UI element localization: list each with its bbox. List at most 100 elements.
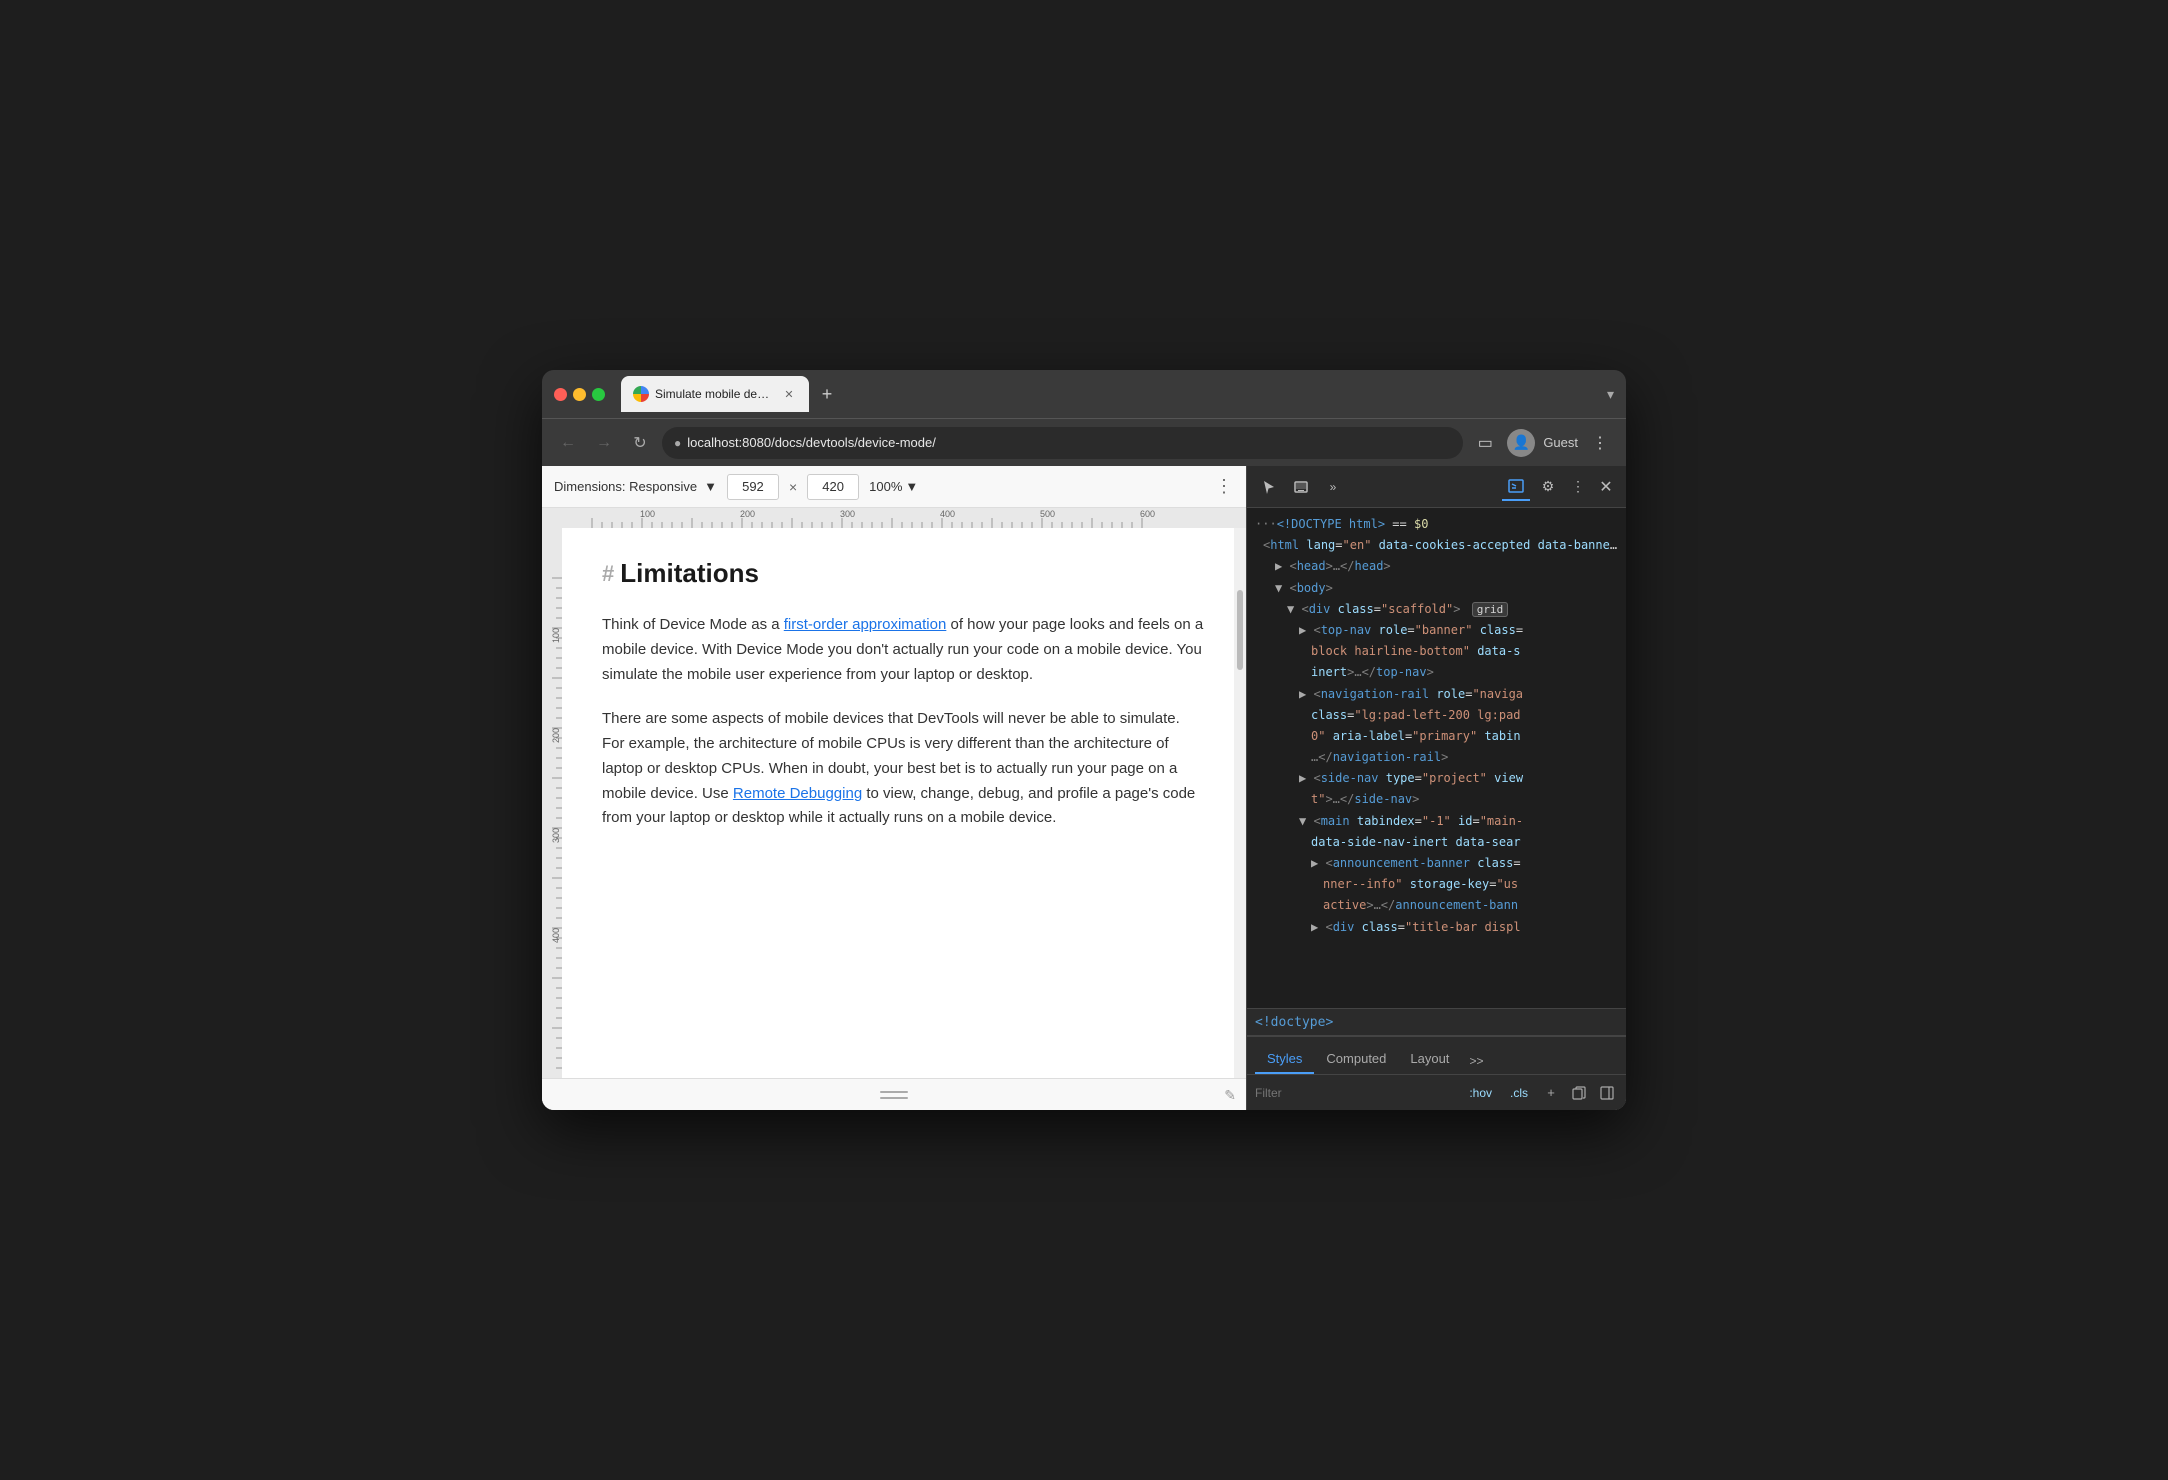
close-traffic-light[interactable]	[554, 388, 567, 401]
device-toolbar: Dimensions: Responsive ▼ × 100% ▼ ⋮	[542, 466, 1246, 508]
height-input[interactable]	[807, 474, 859, 500]
para1-text-before: Think of Device Mode as a	[602, 616, 784, 633]
remote-debugging-link[interactable]: Remote Debugging	[733, 785, 862, 802]
svg-text:400: 400	[940, 509, 955, 519]
lock-icon: ●	[674, 436, 681, 450]
code-line-nav-rail-2[interactable]: class="lg:pad-left-200 lg:pad	[1247, 705, 1626, 726]
url-bar[interactable]: ● localhost:8080/docs/devtools/device-mo…	[662, 427, 1463, 459]
vertical-scrollbar[interactable]	[1234, 528, 1246, 1078]
devtools-more-icon[interactable]: ⋮	[1566, 475, 1590, 499]
tabs-more-icon[interactable]: >>	[1461, 1048, 1491, 1074]
top-ruler: 100 200 300 400 500 600	[542, 508, 1246, 528]
browser-window: Simulate mobile devices with D ✕ + ▾ ← →…	[542, 370, 1626, 1110]
minimize-traffic-light[interactable]	[573, 388, 586, 401]
left-ruler-svg: 100 200 300 400	[542, 528, 562, 1078]
back-button[interactable]: ←	[554, 429, 582, 457]
chevron-down-icon[interactable]: ▾	[1607, 386, 1614, 403]
styles-tab[interactable]: Styles	[1255, 1045, 1314, 1074]
code-line-top-nav-3[interactable]: inert>…</top-nav>	[1247, 662, 1626, 683]
code-line-doctype[interactable]: ···<!DOCTYPE html> == $0	[1247, 514, 1626, 535]
console-icon-svg	[1508, 478, 1524, 494]
copy-icon-svg	[1572, 1086, 1586, 1100]
viewport-area: Dimensions: Responsive ▼ × 100% ▼ ⋮	[542, 466, 1246, 1110]
code-line-title-bar[interactable]: ▶ <div class="title-bar displ	[1247, 917, 1626, 938]
width-input[interactable]	[727, 474, 779, 500]
maximize-traffic-light[interactable]	[592, 388, 605, 401]
code-line-head[interactable]: ▶ <head>…</head>	[1247, 556, 1626, 577]
console-panel-icon[interactable]	[1502, 473, 1530, 501]
svg-text:600: 600	[1140, 509, 1155, 519]
tab-title: Simulate mobile devices with D	[655, 387, 775, 401]
zoom-dropdown-icon[interactable]: ▼	[905, 479, 918, 494]
code-line-nav-rail-4[interactable]: …</navigation-rail>	[1247, 747, 1626, 768]
more-panels-icon[interactable]: »	[1319, 473, 1347, 501]
code-line-scaffold[interactable]: ▼ <div class="scaffold"> grid	[1247, 599, 1626, 620]
sidebar-toggle-icon[interactable]: ▭	[1471, 429, 1499, 457]
main-content: Dimensions: Responsive ▼ × 100% ▼ ⋮	[542, 466, 1626, 1110]
left-ruler: 100 200 300 400	[542, 528, 562, 1078]
svg-text:300: 300	[551, 828, 561, 843]
code-line-banner-3[interactable]: active>…</announcement-bann	[1247, 895, 1626, 916]
add-style-icon[interactable]: +	[1540, 1082, 1562, 1104]
user-avatar[interactable]: 👤	[1507, 429, 1535, 457]
cursor-icon-svg	[1261, 479, 1277, 495]
ruler-container: 100 200 300 400 500 600	[542, 508, 1246, 1110]
code-line-main-2[interactable]: data-side-nav-inert data-sear	[1247, 832, 1626, 853]
settings-icon[interactable]: ⚙	[1534, 473, 1562, 501]
device-mode-icon[interactable]	[1287, 473, 1315, 501]
code-line-body[interactable]: ▼ <body>	[1247, 578, 1626, 599]
zoom-value: 100%	[869, 479, 902, 494]
resize-line-2	[880, 1097, 908, 1099]
menu-icon[interactable]: ⋮	[1586, 429, 1614, 457]
cls-filter-button[interactable]: .cls	[1504, 1084, 1534, 1102]
tab-close-button[interactable]: ✕	[781, 386, 797, 402]
resize-handle[interactable]	[880, 1091, 908, 1099]
svg-text:400: 400	[551, 928, 561, 943]
code-line-top-nav-2[interactable]: block hairline-bottom" data-s	[1247, 641, 1626, 662]
code-line-side-nav[interactable]: ▶ <side-nav type="project" view	[1247, 768, 1626, 789]
svg-text:200: 200	[740, 509, 755, 519]
devtools-close-icon[interactable]: ✕	[1594, 475, 1618, 499]
url-text: localhost:8080/docs/devtools/device-mode…	[687, 435, 936, 450]
guest-label: Guest	[1543, 435, 1578, 450]
copy-styles-icon[interactable]	[1568, 1082, 1590, 1104]
forward-button[interactable]: →	[590, 429, 618, 457]
dimensions-label: Dimensions: Responsive ▼	[554, 479, 717, 494]
toggle-sidebar-icon[interactable]	[1596, 1082, 1618, 1104]
code-line-top-nav[interactable]: ▶ <top-nav role="banner" class=	[1247, 620, 1626, 641]
devtools-toolbar: » ⚙ ⋮ ✕	[1247, 466, 1626, 508]
code-line-nav-rail[interactable]: ▶ <navigation-rail role="naviga	[1247, 684, 1626, 705]
cursor-tool-icon[interactable]	[1255, 473, 1283, 501]
code-line-side-nav-2[interactable]: t">…</side-nav>	[1247, 789, 1626, 810]
layout-tab[interactable]: Layout	[1398, 1045, 1461, 1074]
browser-tab[interactable]: Simulate mobile devices with D ✕	[621, 376, 809, 412]
computed-tab[interactable]: Computed	[1314, 1045, 1398, 1074]
content-with-ruler: 100 200 300 400 # Limitations	[542, 528, 1246, 1078]
code-line-main[interactable]: ▼ <main tabindex="-1" id="main-	[1247, 811, 1626, 832]
code-line-banner[interactable]: ▶ <announcement-banner class=	[1247, 853, 1626, 874]
selected-element-bar: <!doctype>	[1247, 1008, 1626, 1036]
code-line-nav-rail-3[interactable]: 0" aria-label="primary" tabin	[1247, 726, 1626, 747]
dropdown-arrow-icon[interactable]: ▼	[704, 479, 717, 494]
page-content[interactable]: # Limitations Think of Device Mode as a …	[562, 528, 1246, 1078]
tabs-area: Simulate mobile devices with D ✕ +	[621, 376, 1599, 412]
scrollbar-thumb[interactable]	[1237, 590, 1243, 670]
devtools-code-panel[interactable]: ···<!DOCTYPE html> == $0 <html lang="en"…	[1247, 508, 1626, 1008]
device-icon-svg	[1293, 479, 1309, 495]
pencil-icon[interactable]: ✎	[1224, 1087, 1236, 1104]
paragraph-1: Think of Device Mode as a first-order ap…	[602, 613, 1206, 687]
code-line-banner-2[interactable]: nner--info" storage-key="us	[1247, 874, 1626, 895]
traffic-lights	[554, 388, 605, 401]
title-bar-right: ▾	[1607, 386, 1614, 403]
new-tab-button[interactable]: +	[813, 380, 841, 408]
code-line-html[interactable]: <html lang="en" data-cookies-accepted da…	[1247, 535, 1626, 556]
svg-text:100: 100	[640, 509, 655, 519]
device-toolbar-more-icon[interactable]: ⋮	[1215, 476, 1234, 497]
hov-filter-button[interactable]: :hov	[1463, 1084, 1498, 1102]
grid-badge: grid	[1472, 602, 1509, 617]
first-order-approximation-link[interactable]: first-order approximation	[784, 616, 947, 633]
devtools-bottom-tabs: Styles Computed Layout >>	[1247, 1036, 1626, 1074]
styles-filter-input[interactable]	[1255, 1086, 1457, 1100]
top-ruler-svg: 100 200 300 400 500 600	[542, 508, 1246, 528]
refresh-button[interactable]: ↻	[626, 429, 654, 457]
